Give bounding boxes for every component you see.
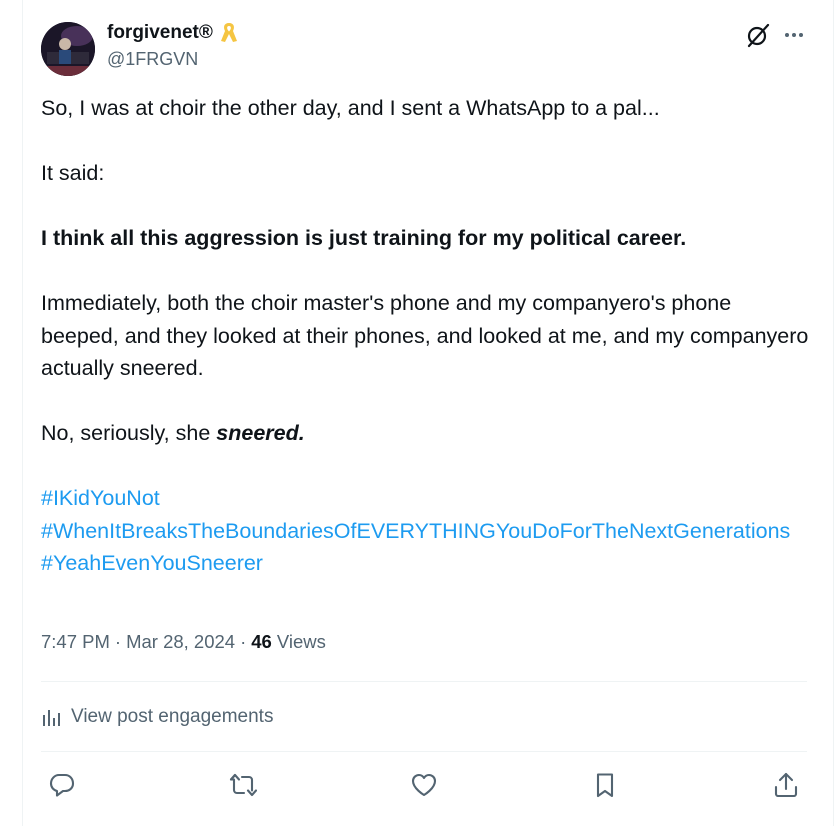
post-line-prefix: No, seriously, she — [41, 421, 217, 445]
share-button[interactable] — [769, 768, 803, 802]
hashtag-link[interactable]: #YeahEvenYouSneerer — [41, 547, 811, 580]
grok-icon[interactable] — [745, 22, 771, 48]
view-engagements-label: View post engagements — [71, 706, 274, 727]
hashtag-link[interactable]: #IKidYouNot — [41, 482, 811, 515]
share-icon — [774, 772, 798, 798]
divider — [41, 681, 807, 682]
bookmark-button[interactable] — [588, 768, 622, 802]
post-line: So, I was at choir the other day, and I … — [41, 96, 660, 120]
repost-icon — [229, 773, 257, 797]
views-count: 46 — [251, 631, 272, 652]
post-date[interactable]: Mar 28, 2024 — [126, 631, 235, 653]
post-time[interactable]: 7:47 PM — [41, 631, 110, 653]
post-meta: 7:47 PM · Mar 28, 2024 · 46 Views — [41, 631, 326, 653]
meta-separator: · — [114, 631, 122, 652]
author-name-row[interactable]: forgivenet® — [107, 20, 240, 46]
meta-separator: · — [240, 631, 247, 652]
like-icon — [411, 773, 437, 797]
reply-icon — [49, 773, 75, 797]
hashtag-list: #IKidYouNot #WhenItBreaksTheBoundariesOf… — [41, 482, 811, 580]
more-options-icon[interactable] — [782, 24, 806, 46]
avatar[interactable] — [41, 22, 95, 76]
reply-button[interactable] — [45, 768, 79, 802]
post-line: No, seriously, she sneered. — [41, 417, 811, 450]
author-name[interactable]: forgivenet® — [107, 22, 213, 44]
post-line: It said: — [41, 161, 105, 185]
hashtag-link[interactable]: #WhenItBreaksTheBoundariesOfEVERYTHINGYo… — [41, 515, 811, 548]
view-engagements-link[interactable]: View post engagements — [41, 702, 273, 732]
bookmark-icon — [596, 773, 614, 798]
divider — [41, 751, 807, 752]
post-text: So, I was at choir the other day, and I … — [41, 92, 811, 580]
post-line: Immediately, both the choir master's pho… — [41, 291, 809, 380]
like-button[interactable] — [407, 768, 441, 802]
post-quote: I think all this aggression is just trai… — [41, 226, 687, 250]
repost-button[interactable] — [226, 768, 260, 802]
analytics-icon — [43, 710, 60, 726]
action-bar — [41, 768, 807, 802]
author-handle[interactable]: @1FRGVN — [107, 49, 198, 70]
post-line-emphasis: sneered. — [216, 421, 305, 445]
views-label: Views — [276, 631, 326, 652]
yellow-ribbon-icon — [218, 21, 240, 45]
